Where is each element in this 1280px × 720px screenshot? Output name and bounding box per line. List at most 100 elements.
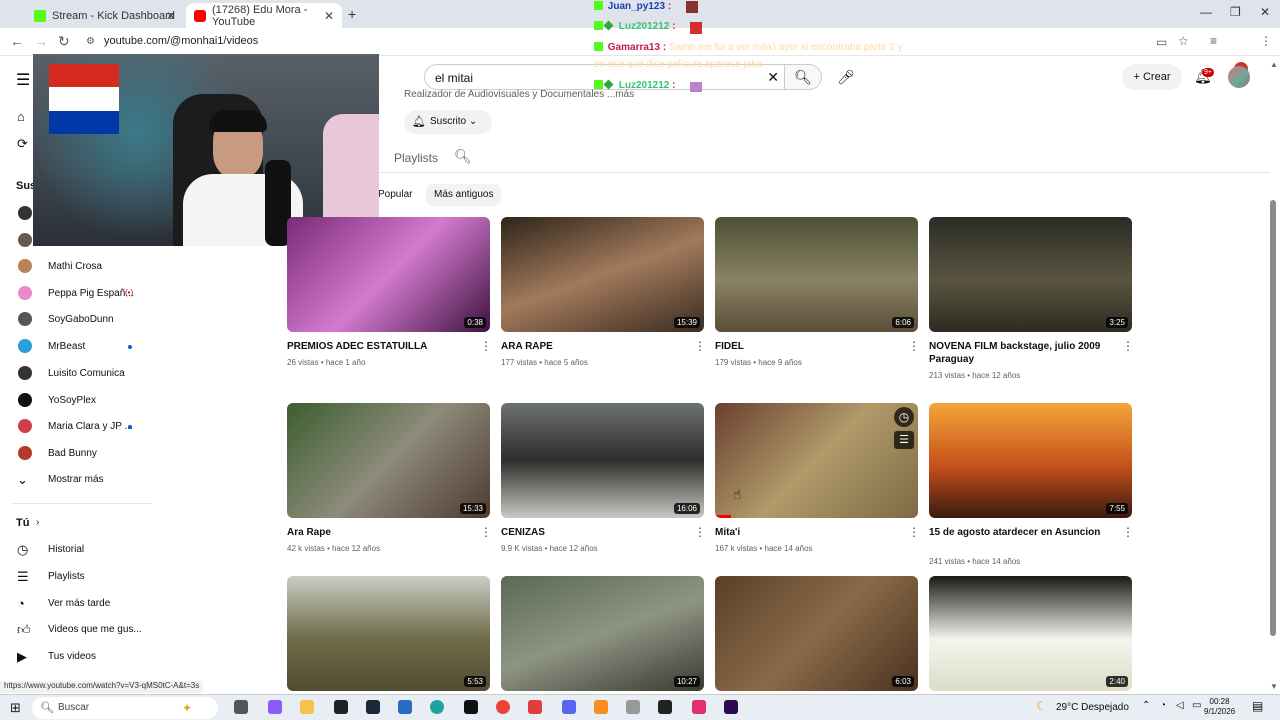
chip-popular[interactable]: Popular	[378, 184, 412, 206]
subscription-avatar[interactable]	[18, 259, 32, 273]
site-info-icon[interactable]: ⚙	[86, 36, 95, 47]
chrome-icon[interactable]	[496, 700, 510, 714]
subscription-avatar[interactable]	[18, 312, 32, 326]
tab-search-icon[interactable]: ≡	[1210, 34, 1217, 48]
weather-widget[interactable]: 29°C Despejado	[1056, 702, 1129, 713]
volume-icon[interactable]: ◁	[1176, 700, 1184, 711]
subscription-avatar[interactable]	[18, 393, 32, 407]
subscription-avatar[interactable]	[18, 339, 32, 353]
sidebar-item-subscription[interactable]: Bad Bunny	[48, 448, 97, 459]
close-tab-icon[interactable]: ✕	[324, 9, 334, 23]
obs-icon[interactable]	[334, 700, 348, 714]
back-arrow-icon[interactable]: ←	[10, 33, 24, 49]
browser-tab-kick[interactable]: Stream - Kick Dashboard ✕	[26, 3, 184, 28]
minimize-icon[interactable]: —	[1200, 5, 1212, 19]
video-thumbnail[interactable]: 5:53	[287, 576, 490, 691]
sidebar-item-subscription[interactable]: SoyGaboDunn	[48, 314, 114, 325]
video-thumbnail[interactable]: 2:40	[929, 576, 1132, 691]
edge-icon[interactable]	[430, 700, 444, 714]
video-thumbnail[interactable]: 6:06	[715, 217, 918, 332]
sidebar-item-subscription[interactable]: Maria Clara y JP ...	[48, 421, 133, 432]
capcut-icon[interactable]	[658, 700, 672, 714]
subscribed-button[interactable]: 🔔︎ Suscrito ⌄	[404, 110, 492, 134]
video-thumbnail[interactable]: 15:39	[501, 217, 704, 332]
scroll-down-icon[interactable]: ▼	[1270, 682, 1278, 691]
restore-icon[interactable]: ❐	[1230, 5, 1241, 19]
sidebar-item-your-videos[interactable]: Tus videos	[48, 651, 96, 662]
wifi-icon[interactable]: ◔	[1160, 700, 1166, 711]
sidebar-item-history[interactable]: Historial	[48, 544, 84, 555]
subscription-avatar[interactable]	[18, 206, 32, 220]
file-explorer-icon[interactable]	[300, 700, 314, 714]
notification-center-icon[interactable]: ▤	[1252, 699, 1263, 713]
video-menu-icon[interactable]: ⋮	[480, 339, 492, 353]
sidebar-item-liked-videos[interactable]: Videos que me gus...	[48, 624, 142, 635]
sidebar-item-playlists[interactable]: Playlists	[48, 571, 85, 582]
taskbar-clock[interactable]: 00:28 9/1/2026	[1204, 697, 1235, 717]
chip-oldest[interactable]: Más antiguos	[426, 184, 502, 206]
video-thumbnail[interactable]: 15:33	[287, 403, 490, 518]
page-scrollbar[interactable]	[1270, 200, 1276, 636]
after-effects-icon[interactable]	[724, 700, 738, 714]
video-menu-icon[interactable]: ⋮	[908, 339, 920, 353]
task-view-icon[interactable]	[234, 700, 248, 714]
video-thumbnail[interactable]: 7:55	[929, 403, 1132, 518]
scroll-up-icon[interactable]: ▲	[1270, 60, 1278, 69]
video-menu-icon[interactable]: ⋮	[480, 525, 492, 539]
show-more-link[interactable]: Mostrar más	[48, 474, 104, 485]
channel-search-icon[interactable]: 🔍︎	[454, 148, 472, 165]
close-tab-icon[interactable]: ✕	[166, 9, 176, 23]
battery-icon[interactable]: ▭	[1192, 700, 1201, 711]
video-menu-icon[interactable]: ⋮	[694, 525, 706, 539]
new-tab-plus-icon[interactable]: +	[348, 6, 356, 22]
video-title[interactable]: 15 de agosto atardecer en Asuncion	[929, 526, 1109, 539]
watch-later-icon[interactable]: ◷	[894, 407, 914, 427]
close-window-icon[interactable]: ✕	[1260, 5, 1270, 19]
cast-icon[interactable]: ▭	[1156, 35, 1167, 49]
app-icon[interactable]	[398, 700, 412, 714]
account-avatar[interactable]	[1228, 66, 1250, 88]
video-thumbnail[interactable]: 10:27	[501, 576, 704, 691]
tray-chevron-icon[interactable]: ⌃	[1142, 700, 1150, 711]
subscription-avatar[interactable]	[18, 286, 32, 300]
home-icon[interactable]: ⌂	[17, 109, 25, 124]
forward-arrow-icon[interactable]: →	[34, 33, 48, 49]
subscription-avatar[interactable]	[18, 446, 32, 460]
sidebar-item-subscription[interactable]: Luisito Comunica	[48, 368, 125, 379]
app-icon[interactable]	[626, 700, 640, 714]
steam-icon[interactable]	[366, 700, 380, 714]
search-button[interactable]: 🔍︎	[784, 64, 822, 90]
app-icon[interactable]	[594, 700, 608, 714]
sidebar-item-watch-later[interactable]: Ver más tarde	[48, 598, 110, 609]
video-thumbnail[interactable]: 16:06	[501, 403, 704, 518]
video-title[interactable]: NOVENA FILM backstage, julio 2009 Paragu…	[929, 340, 1109, 366]
browser-menu-icon[interactable]: ⋮	[1260, 34, 1272, 48]
shorts-icon[interactable]: ⟳	[17, 136, 28, 152]
taskbar-search[interactable]: 🔍︎ Buscar ✦	[32, 697, 218, 719]
video-menu-icon[interactable]: ⋮	[908, 525, 920, 539]
discord-icon[interactable]	[562, 700, 576, 714]
hamburger-menu-icon[interactable]: ☰	[16, 70, 30, 90]
voice-search-icon[interactable]: 🎤︎	[832, 64, 860, 90]
windows-start-icon[interactable]: ⊞	[10, 700, 21, 716]
video-title[interactable]: Mita'i	[715, 526, 895, 539]
video-thumbnail[interactable]: ◷ ☰	[715, 403, 918, 518]
video-menu-icon[interactable]: ⋮	[1122, 339, 1134, 353]
subscription-avatar[interactable]	[18, 419, 32, 433]
instagram-icon[interactable]	[692, 700, 706, 714]
sidebar-item-subscription[interactable]: MrBeast	[48, 341, 85, 352]
video-title[interactable]: FIDEL	[715, 340, 895, 353]
video-title[interactable]: CENIZAS	[501, 526, 681, 539]
reload-icon[interactable]: ↻	[58, 33, 70, 50]
video-thumbnail[interactable]: 3:25	[929, 217, 1132, 332]
tab-playlists[interactable]: Playlists	[394, 151, 438, 165]
create-button[interactable]: + Crear	[1122, 64, 1182, 90]
sidebar-item-subscription[interactable]: Peppa Pig Españ...	[48, 288, 134, 299]
video-title[interactable]: PREMIOS ADEC ESTATUILLA	[287, 340, 467, 353]
url-field[interactable]: youtube.com/@monhai1/videos	[104, 35, 258, 47]
browser-tab-youtube[interactable]: (17268) Edu Mora - YouTube ✕	[186, 3, 342, 28]
add-to-queue-icon[interactable]: ☰	[894, 431, 914, 449]
subscription-avatar[interactable]	[18, 233, 32, 247]
chevron-down-icon[interactable]: ⌄	[17, 472, 28, 488]
you-heading[interactable]: Tú	[16, 517, 29, 529]
